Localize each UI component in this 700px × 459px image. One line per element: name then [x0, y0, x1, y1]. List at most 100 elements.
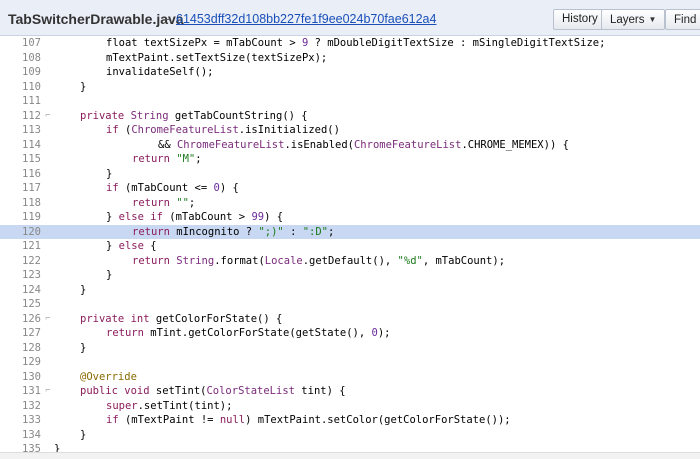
- fold-gutter: [41, 355, 55, 370]
- line-number: 108: [22, 51, 41, 64]
- code-text: return String.format(Locale.getDefault()…: [132, 254, 505, 269]
- fold-gutter: [41, 283, 55, 298]
- code-token: .CHROME_MEMEX)) {: [461, 138, 569, 151]
- code-line: 129: [0, 355, 700, 370]
- fold-gutter: [41, 399, 55, 414]
- fold-gutter: [41, 36, 55, 51]
- code-token: return: [132, 254, 170, 267]
- code-token: else: [118, 240, 144, 252]
- fold-gutter: [41, 413, 55, 428]
- code-token: return: [132, 196, 170, 209]
- fold-gutter: [41, 65, 55, 80]
- code-line: 134}: [0, 428, 700, 443]
- code-text: }: [106, 167, 112, 182]
- code-token: String: [130, 109, 169, 122]
- find-button[interactable]: Find▼: [665, 9, 700, 30]
- code-text: return "M";: [132, 152, 202, 167]
- line-number: 129: [22, 356, 41, 368]
- code-token: @Override: [80, 370, 137, 383]
- fold-gutter: [41, 152, 55, 167]
- fold-gutter: [41, 210, 55, 225]
- code-line: 120 return mIncognito ? ";)" : ":D";: [0, 224, 700, 240]
- code-token: , mTabCount);: [422, 254, 506, 267]
- code-line: 111: [0, 94, 700, 109]
- code-token: String: [176, 254, 215, 267]
- code-token: }: [106, 269, 113, 281]
- code-token: float textSizePx = mTabCount >: [106, 37, 302, 49]
- code-line: 122 return String.format(Locale.getDefaul…: [0, 254, 700, 269]
- history-button[interactable]: History: [553, 9, 607, 30]
- line-number: 120: [22, 225, 41, 238]
- code-token: Locale: [264, 254, 303, 267]
- line-number: 113: [22, 124, 41, 136]
- file-header: TabSwitcherDrawable.java – 61453dff32d10…: [0, 0, 700, 36]
- code-token: private: [80, 109, 125, 122]
- line-number: 107: [22, 37, 41, 49]
- code-token: (mTabCount >: [162, 211, 252, 223]
- code-token: }: [80, 341, 87, 354]
- line-number: 132: [22, 399, 41, 412]
- code-token: return: [106, 327, 144, 339]
- code-token: );: [377, 327, 391, 339]
- line-number: 125: [22, 298, 41, 310]
- code-token: null: [219, 414, 246, 426]
- line-number: 116: [22, 167, 41, 180]
- code-token: private: [80, 312, 125, 325]
- line-number: 111: [22, 95, 41, 107]
- line-number: 131: [22, 385, 41, 397]
- code-line: 126 ⌐ private int getColorForState() {: [0, 312, 700, 327]
- code-token: public: [80, 385, 118, 397]
- line-number: 114: [22, 138, 41, 151]
- code-text: super.setTint(tint);: [106, 399, 232, 414]
- code-token: &&: [158, 138, 177, 151]
- commit-hash-link[interactable]: 61453dff32d108bb227fe1f9ee024b70fae612a4: [176, 12, 436, 26]
- code-token: (: [118, 124, 132, 136]
- code-token: if: [106, 182, 119, 194]
- code-token: else: [118, 211, 144, 223]
- code-line: 110}: [0, 80, 700, 95]
- code-line: 125: [0, 297, 700, 312]
- line-number: 126: [22, 312, 41, 325]
- code-line: 114 && ChromeFeatureList.isEnabled(Chrome…: [0, 138, 700, 153]
- fold-gutter: [41, 370, 55, 385]
- fold-gutter: [41, 138, 55, 153]
- code-text: mTextPaint.setTextSize(textSizePx);: [106, 51, 327, 66]
- code-line: 128}: [0, 341, 700, 356]
- code-token: "": [176, 196, 189, 209]
- code-token: ChromeFeatureList: [353, 138, 462, 151]
- code-token: invalidateSelf();: [106, 66, 214, 78]
- code-line: 115 return "M";: [0, 152, 700, 167]
- fold-gutter: [41, 326, 55, 341]
- code-token: ) mTextPaint.setColor(getColorForState()…: [245, 414, 511, 426]
- fold-toggle-icon[interactable]: ⌐: [41, 109, 55, 124]
- code-token: return: [132, 225, 170, 238]
- code-text: @Override: [80, 370, 137, 385]
- code-line: 108 mTextPaint.setTextSize(textSizePx);: [0, 51, 700, 66]
- code-token: if: [106, 124, 119, 136]
- horizontal-scrollbar[interactable]: [0, 452, 700, 459]
- code-token: ColorStateList: [206, 385, 295, 397]
- fold-toggle-icon[interactable]: ⌐: [41, 384, 55, 399]
- code-text: }: [80, 341, 86, 356]
- code-token: "%d": [397, 254, 423, 267]
- layers-button[interactable]: Layers ▼: [601, 9, 666, 30]
- fold-gutter: [41, 225, 55, 240]
- code-text: private String getTabCountString() {: [80, 109, 308, 124]
- code-text: float textSizePx = mTabCount > 9 ? mDoub…: [106, 36, 605, 51]
- code-token: "M": [176, 153, 196, 165]
- code-line: 107 float textSizePx = mTabCount > 9 ? mD…: [0, 36, 700, 51]
- fold-gutter: [41, 297, 55, 312]
- fold-toggle-icon[interactable]: ⌐: [41, 312, 55, 327]
- code-token: return: [132, 153, 170, 165]
- fold-gutter: [41, 239, 55, 254]
- history-button-label: History: [562, 13, 598, 25]
- fold-gutter: [41, 196, 55, 211]
- code-token: getTabCountString() {: [168, 109, 308, 122]
- code-line: 123}: [0, 268, 700, 283]
- title-separator: –: [163, 11, 171, 26]
- code-line: 119} else if (mTabCount > 99) {: [0, 210, 700, 225]
- code-view[interactable]: 107 float textSizePx = mTabCount > 9 ? mD…: [0, 36, 700, 459]
- code-text: } else if (mTabCount > 99) {: [106, 210, 283, 225]
- code-token: ChromeFeatureList: [176, 138, 285, 151]
- fold-gutter: [41, 80, 55, 95]
